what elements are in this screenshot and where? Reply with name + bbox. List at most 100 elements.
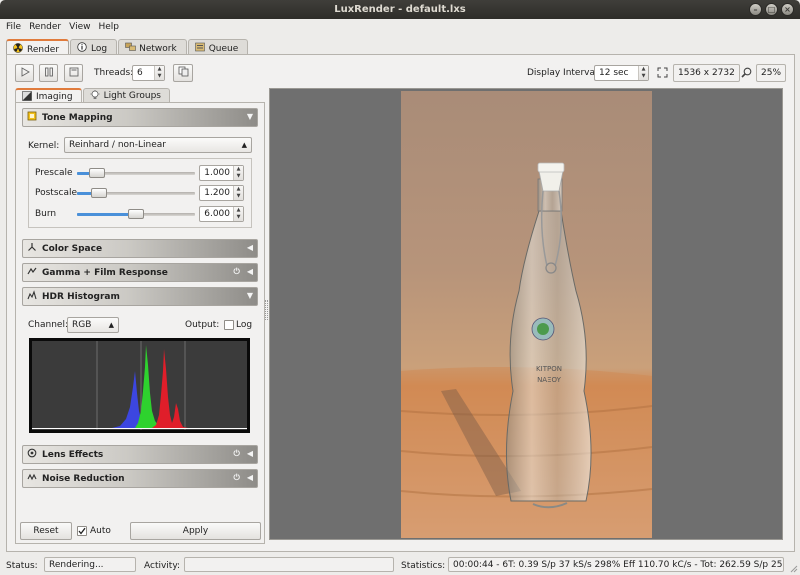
burn-label: Burn	[35, 209, 57, 219]
channel-value: RGB	[72, 320, 92, 330]
collapse-arrow-icon[interactable]: ▼	[247, 291, 253, 300]
channel-select[interactable]: RGB ▲	[67, 317, 119, 333]
color-space-header[interactable]: Color Space ◀	[22, 239, 258, 258]
histogram-icon	[26, 290, 38, 303]
start-render-button[interactable]	[15, 64, 34, 82]
settings-tabs: Imaging Light Groups	[15, 88, 171, 103]
auto-label: Auto	[90, 526, 111, 536]
resize-grip-icon[interactable]	[788, 563, 798, 573]
postscale-spinbox[interactable]: 1.200 ▲ ▼	[199, 185, 244, 201]
rendered-image: KITPON NAΞOY	[401, 91, 652, 538]
resolution-display: 1536 x 2732	[673, 64, 740, 82]
menu-render[interactable]: Render	[26, 19, 66, 36]
color-space-icon	[26, 242, 38, 255]
zoom-level-display: 25%	[756, 64, 787, 82]
stop-render-button[interactable]	[64, 64, 83, 82]
status-label: Status:	[6, 561, 38, 571]
tab-log-label: Log	[91, 43, 108, 54]
spin-arrows-icon[interactable]: ▲ ▼	[233, 166, 243, 180]
tab-network[interactable]: Network	[118, 39, 187, 55]
tab-network-label: Network	[139, 43, 177, 54]
spin-arrows-icon[interactable]: ▲ ▼	[233, 207, 243, 221]
statistics-label: Statistics:	[401, 561, 446, 571]
bulb-icon	[90, 89, 100, 103]
main-tabs: Render Log Network Queue	[6, 39, 249, 56]
power-toggle-icon[interactable]: ⏻	[234, 267, 240, 277]
zoom-icon[interactable]	[741, 67, 752, 81]
histogram-red-channel	[152, 349, 188, 428]
spin-arrows-icon[interactable]: ▲ ▼	[154, 66, 164, 80]
prescale-row: Prescale 1.000 ▲ ▼	[35, 165, 247, 181]
activity-label: Activity:	[144, 561, 181, 571]
collapse-arrow-icon[interactable]: ▼	[247, 112, 253, 121]
status-value: Rendering...	[44, 557, 136, 572]
slider-handle[interactable]	[128, 209, 144, 219]
copy-to-clipboard-button[interactable]	[173, 64, 193, 82]
postscale-row: Postscale 1.200 ▲ ▼	[35, 185, 247, 201]
histogram-plot	[32, 341, 247, 430]
color-space-title: Color Space	[42, 243, 103, 254]
tab-queue[interactable]: Queue	[187, 39, 249, 55]
hdr-histogram-header[interactable]: HDR Histogram ▼	[22, 287, 258, 306]
bottle-label-text: NAΞOY	[537, 376, 562, 384]
prescale-spinbox[interactable]: 1.000 ▲ ▼	[199, 165, 244, 181]
postscale-value: 1.200	[204, 188, 230, 198]
postscale-label: Postscale	[35, 188, 78, 198]
render-viewport[interactable]: KITPON NAΞOY	[269, 88, 783, 540]
tab-log[interactable]: Log	[70, 39, 118, 55]
menu-file[interactable]: File	[3, 19, 26, 36]
kernel-select[interactable]: Reinhard / non-Linear ▲	[64, 137, 252, 153]
lens-effects-title: Lens Effects	[42, 449, 104, 460]
log-label: Log	[236, 320, 253, 330]
play-icon	[20, 66, 30, 80]
menu-bar: File Render View Help	[0, 19, 800, 36]
gamma-header[interactable]: Gamma + Film Response ⏻ ◀	[22, 263, 258, 282]
apply-button[interactable]: Apply	[130, 522, 261, 540]
tab-queue-label: Queue	[208, 43, 239, 54]
channel-label: Channel:	[28, 320, 68, 330]
power-toggle-icon[interactable]: ⏻	[234, 473, 240, 483]
prescale-slider[interactable]	[77, 168, 195, 178]
display-interval-spinbox[interactable]: 12 sec ▲ ▼	[594, 65, 649, 81]
threads-spinbox[interactable]: 6 ▲ ▼	[132, 65, 165, 81]
window-titlebar[interactable]: – □ × LuxRender - default.lxs	[0, 0, 800, 19]
spin-arrows-icon[interactable]: ▲ ▼	[233, 186, 243, 200]
tab-light-groups-label: Light Groups	[103, 91, 161, 101]
lens-icon	[26, 448, 38, 461]
kernel-value: Reinhard / non-Linear	[69, 140, 166, 150]
tab-imaging[interactable]: Imaging	[15, 88, 82, 103]
postscale-slider[interactable]	[77, 188, 195, 198]
auto-checkbox[interactable]	[77, 526, 87, 536]
pause-render-button[interactable]	[39, 64, 58, 82]
noise-reduction-header[interactable]: Noise Reduction ⏻ ◀	[22, 469, 258, 488]
tab-light-groups[interactable]: Light Groups	[82, 88, 170, 103]
prescale-value: 1.000	[204, 168, 230, 178]
checkmark-icon	[78, 527, 86, 535]
expand-arrow-icon[interactable]: ◀	[247, 243, 253, 252]
display-interval-value: 12 sec	[599, 68, 629, 78]
slider-handle[interactable]	[89, 168, 106, 178]
window-title: LuxRender - default.lxs	[334, 4, 466, 15]
expand-arrow-icon[interactable]: ◀	[247, 267, 253, 277]
panel-splitter[interactable]	[265, 300, 268, 320]
threads-value: 6	[137, 68, 143, 78]
menu-help[interactable]: Help	[95, 19, 124, 36]
fit-image-icon[interactable]	[657, 67, 668, 81]
expand-arrow-icon[interactable]: ◀	[247, 473, 253, 483]
spin-arrows-icon[interactable]: ▲ ▼	[638, 66, 648, 80]
burn-spinbox[interactable]: 6.000 ▲ ▼	[199, 206, 244, 222]
prescale-label: Prescale	[35, 168, 73, 178]
menu-view[interactable]: View	[66, 19, 95, 36]
log-checkbox[interactable]	[224, 320, 234, 330]
power-toggle-icon[interactable]: ⏻	[234, 449, 240, 459]
noise-reduction-title: Noise Reduction	[42, 473, 125, 484]
gamma-title: Gamma + Film Response	[42, 267, 168, 278]
reset-button[interactable]: Reset	[20, 522, 72, 540]
dropdown-arrow-icon: ▲	[108, 321, 114, 329]
tone-mapping-header[interactable]: Tone Mapping ▼	[22, 108, 258, 127]
slider-handle[interactable]	[91, 188, 108, 198]
expand-arrow-icon[interactable]: ◀	[247, 449, 253, 459]
burn-slider[interactable]	[77, 209, 195, 219]
hdr-histogram-title: HDR Histogram	[42, 291, 120, 302]
lens-effects-header[interactable]: Lens Effects ⏻ ◀	[22, 445, 258, 464]
